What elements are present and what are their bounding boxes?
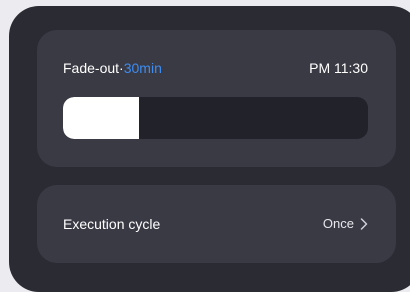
execution-cycle-value-button[interactable]: Once — [323, 216, 368, 232]
fade-out-label: Fade-out·30min — [63, 60, 162, 76]
execution-cycle-label: Execution cycle — [63, 216, 161, 232]
fade-out-duration: 30min — [123, 60, 162, 76]
fade-out-slider-fill — [63, 97, 140, 139]
fade-out-slider[interactable] — [63, 97, 368, 139]
fade-out-title: Fade-out — [63, 60, 120, 76]
fade-out-time: PM 11:30 — [309, 60, 368, 76]
execution-cycle-value: Once — [322, 216, 354, 231]
chevron-right-icon — [360, 218, 368, 230]
